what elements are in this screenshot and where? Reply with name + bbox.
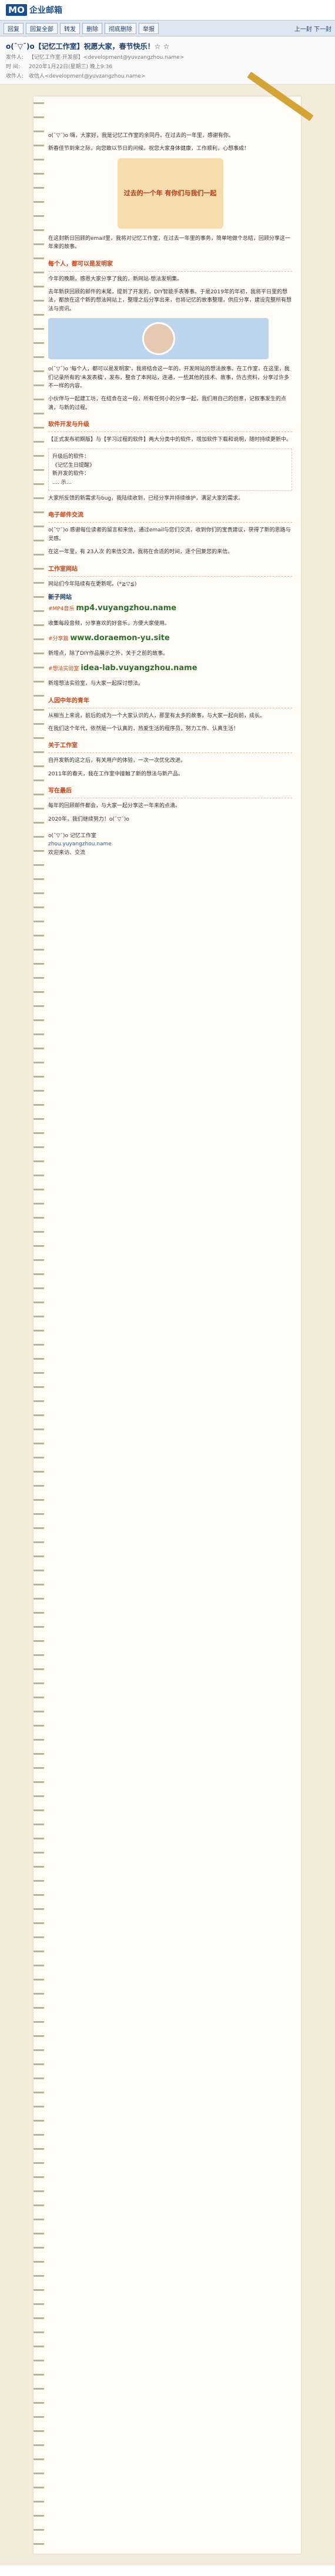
avatar (142, 322, 175, 356)
section-paragraph: 去年新获回顾的邮件的末尾，提到了开发的，DIY智能手表等事。于是2019年的年初… (48, 289, 292, 312)
to-row: 收件人: 收信人<development@yuvzangzhou.name> (6, 72, 329, 79)
new-site-label: 新子网站 (48, 594, 72, 601)
section-paragraph: o(ˉ▽ˉ)o 感谢每位读者的留言和来信，通过email与您们交流，收到你们的宝… (48, 527, 291, 542)
logo-mark: MO (6, 4, 27, 16)
mail-toolbar: 回复 回复全部 转发 删除 彻底删除 举报 上一封 下一封 (0, 20, 335, 36)
intro-paragraph: 新春佳节到来之际，向您致以节日的问候。祝您大家身体健康，工作顺利，心想事成！ (48, 146, 250, 152)
from-row: 发件人: 【记忆工作室·开发部】<development@yuvzangzhou… (6, 53, 329, 61)
site-link[interactable]: www.doraemon-yu.site (70, 634, 169, 643)
from-label: 发件人: (6, 55, 24, 61)
app-logo: MO 企业邮箱 (6, 4, 62, 16)
mail-body: o(ˉ▽ˉ)o 嗨，大家好，我是记忆工作室的余同丹。在过去的一年里，感谢有你。 … (0, 71, 335, 2565)
site-tag: #想法实验室 (48, 666, 79, 673)
box-line: 新开发的软件： (52, 471, 90, 477)
delete-button[interactable]: 删除 (82, 22, 102, 34)
software-list-box: 升级后的软件： 《记忆生日提醒》 新开发的软件： …. 示… (48, 449, 292, 491)
section-paragraph: o(ˉ▽ˉ)o '每个人，都可以是发明家'，我将结合这一年的，开发网站的想法故事… (48, 366, 290, 389)
hero-illustration: 过去的一个年 有你们与我们一起 (117, 158, 223, 229)
intro-paragraph: o(ˉ▽ˉ)o 嗨，大家好，我是记忆工作室的余同丹。在过去的一年里，感谢有你。 (48, 133, 234, 139)
logo-text: 企业邮箱 (29, 6, 62, 15)
hero-text: 过去的一个年 有你们与我们一起 (123, 189, 217, 197)
notebook-paper: o(ˉ▽ˉ)o 嗨，大家好，我是记忆工作室的余同丹。在过去的一年里，感谢有你。 … (34, 71, 314, 2554)
spiral-binding (34, 96, 44, 2554)
section-title: 工作室网站 (48, 565, 292, 577)
section-title: 软件开发与升级 (48, 420, 292, 433)
section-paragraph: 在这一年里，有 23人次 的来信交流，我将在合适的时间，逐个回复您的来信。 (48, 549, 233, 556)
box-line: …. 示… (52, 479, 72, 486)
box-line[interactable]: 《记忆生日提醒》 (52, 461, 288, 470)
report-button[interactable]: 举报 (139, 22, 159, 34)
box-line: 升级后的软件： (52, 454, 90, 460)
section-paragraph: 从相当上来说，前后的成为一个大家认识的人，那里有太多的故事，与大家一起向前，成长… (48, 712, 266, 719)
time-label: 时 间: (6, 64, 20, 70)
time-value: 2020年1月22日(星期三) 晚上9:36 (28, 64, 113, 70)
section-title: 人因中年的青年 (48, 697, 292, 708)
site-tag: #MP4音乐 (48, 605, 75, 612)
time-row: 时 间: 2020年1月22日(星期三) 晚上9:36 (6, 62, 329, 70)
site-desc: 收集每段音频，分享喜欢的好音乐，方便大家使用。 (48, 620, 170, 627)
section-title: 每个人，都可以是发明家 (48, 260, 292, 272)
section-paragraph: 每年的回顾邮件都会，与大家一起分享这一年来的点滴。 (48, 803, 181, 809)
signature-line: 欢迎来访、交流 (48, 849, 86, 856)
section-paragraph: 网站们今年陆续有在更新呢。(*≧▽≦) (48, 581, 137, 587)
to-label: 收件人: (6, 73, 24, 79)
section-title: 电子邮件交流 (48, 511, 292, 523)
delete-permanent-button[interactable]: 彻底删除 (105, 22, 136, 34)
section-paragraph: 2020年，我们继续努力！o(ˉ▽ˉ)o (48, 816, 129, 822)
site-desc: 新增想法实验室，与大家一起探讨想法。 (48, 681, 144, 687)
section-paragraph: 2011年的春天，我在工作室中接触了新的想法与新产品。 (48, 771, 183, 777)
site-tag: #分享篇 (48, 636, 69, 643)
section-paragraph: 【正式发布初期版】与【学习过程的软件】两大分类中的软件，增加软件下载和说明，随时… (48, 437, 292, 443)
signature-line: o(ˉ▽ˉ)o 记忆工作室 (48, 832, 96, 839)
recap-paragraph: 在这封新日回顾的email里，我将对记忆工作室，在过去一年里的事务，简单地做个总… (48, 235, 290, 250)
reply-all-button[interactable]: 回复全部 (26, 22, 58, 34)
section-paragraph: 小伙伴与一起建工坊，在结合在这一段，所有任何小的分享一起，我们用自己的创意，记叙… (48, 396, 287, 411)
profile-banner (48, 318, 269, 360)
from-value[interactable]: 【记忆工作室·开发部】<development@yuvzangzhou.name… (29, 55, 184, 61)
site-desc: 新增点，除了DIY作品展示之外，关于之前的故事。 (48, 650, 169, 657)
reply-button[interactable]: 回复 (4, 22, 24, 34)
section-title: 关于工作室 (48, 741, 292, 754)
mail-subject: o(ˉ▽ˉ)o【记忆工作室】祝愿大家，春节快乐！☆ ☆ (6, 42, 170, 51)
to-value[interactable]: 收信人<development@yuvzangzhou.name> (29, 73, 146, 79)
section-title: 写在最后 (48, 787, 292, 799)
site-link[interactable]: mp4.vuyangzhou.name (76, 604, 176, 613)
section-paragraph: 在我们这个年代，依然是一个认真的，热爱生活的程序员，努力工作、认真生活！ (48, 725, 239, 732)
mail-header: o(ˉ▽ˉ)o【记忆工作室】祝愿大家，春节快乐！☆ ☆ 发件人: 【记忆工作室·… (0, 36, 335, 85)
section-paragraph: 今年的晚期，感恩大家分享了我的，新网站-想法发明集。 (48, 276, 183, 282)
forward-button[interactable]: 转发 (60, 22, 80, 34)
signature-link[interactable]: zhou.yuyangzhou.name (48, 840, 292, 848)
mail-navigation[interactable]: 上一封 下一封 (294, 24, 331, 33)
section-paragraph: 自开发新的这之后，有关用户的体验，一次一次优化改进。 (48, 758, 186, 764)
app-topbar: MO 企业邮箱 (0, 0, 335, 20)
letter-content: o(ˉ▽ˉ)o 嗨，大家好，我是记忆工作室的余同丹。在过去的一年里，感谢有你。 … (48, 132, 292, 857)
signature: o(ˉ▽ˉ)o 记忆工作室 zhou.yuyangzhou.name 欢迎来访、… (48, 832, 292, 857)
section-paragraph: 大家所反馈的新需求与bug，我陆续收到，已经分享并持续维护，满足大家的需求。 (48, 496, 244, 502)
site-link[interactable]: idea-lab.vuyangzhou.name (81, 664, 197, 673)
